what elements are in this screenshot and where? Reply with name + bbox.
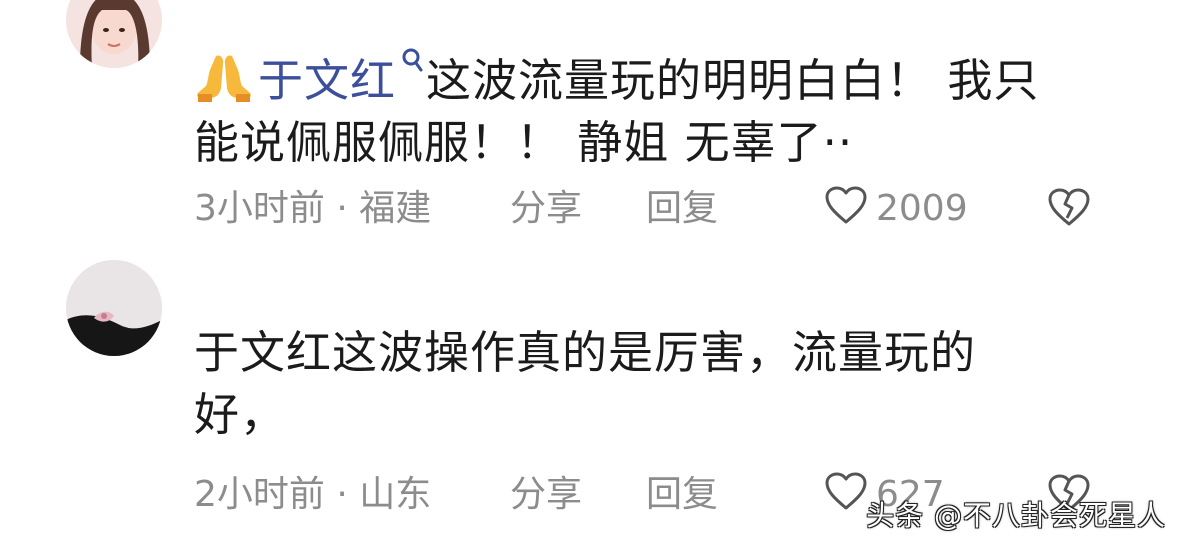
heart-outline-icon [825, 472, 867, 510]
comment-feed: 于文红 这波流量玩的明明白白！ 我只 能说佩服佩服！！ 静姐 无辜了·· 3小时… [0, 0, 1180, 546]
timestamp-location: 2小时前 · 山东 [194, 470, 431, 520]
comment-text-line-2: 能说佩服佩服！！ 静姐 无辜了·· [194, 116, 854, 169]
comment-line: 于文红 这波流量玩的明明白白！ 我只 [194, 30, 1094, 112]
reply-button[interactable]: 回复 [646, 470, 718, 520]
heart-outline-icon [825, 186, 867, 224]
location: 山东 [359, 474, 432, 515]
timestamp: 3小时前 [194, 188, 325, 229]
comment-meta: 3小时前 · 福建 分享 回复 2009 [194, 184, 1114, 234]
broken-heart-icon [1048, 188, 1090, 226]
comment-text-line-1: 于文红这波操作真的是厉害，流量玩的 [194, 326, 977, 379]
location: 福建 [359, 188, 432, 229]
comment-item: 于文红 这波流量玩的明明白白！ 我只 能说佩服佩服！！ 静姐 无辜了·· 3小时… [0, 0, 1180, 270]
share-button[interactable]: 分享 [510, 184, 582, 234]
like-button[interactable]: 2009 [824, 184, 968, 234]
avatar[interactable] [66, 260, 162, 356]
mentioned-author-link[interactable]: 于文红 [258, 54, 396, 107]
reply-button[interactable]: 回复 [646, 184, 718, 234]
timestamp: 2小时前 [194, 474, 325, 515]
comment-text: 于文红这波操作真的是厉害，流量玩的 好， [194, 322, 1094, 446]
comment-text: 于文红 这波流量玩的明明白白！ 我只 能说佩服佩服！！ 静姐 无辜了·· [194, 30, 1094, 174]
watermark: 头条 @不八卦会死星人 [866, 499, 1166, 532]
comment-text-line-1: 这波流量玩的明明白白！ 我只 [426, 54, 1040, 107]
search-icon[interactable] [398, 30, 424, 72]
comment-text-line-2: 好， [194, 388, 287, 441]
meta-separator: · [336, 474, 348, 515]
meta-separator: · [336, 188, 348, 229]
like-count: 2009 [876, 188, 968, 229]
pray-hands-icon [194, 52, 254, 104]
avatar[interactable] [66, 0, 162, 68]
share-button[interactable]: 分享 [510, 470, 582, 520]
timestamp-location: 3小时前 · 福建 [194, 184, 431, 234]
dislike-button[interactable] [1046, 186, 1092, 242]
